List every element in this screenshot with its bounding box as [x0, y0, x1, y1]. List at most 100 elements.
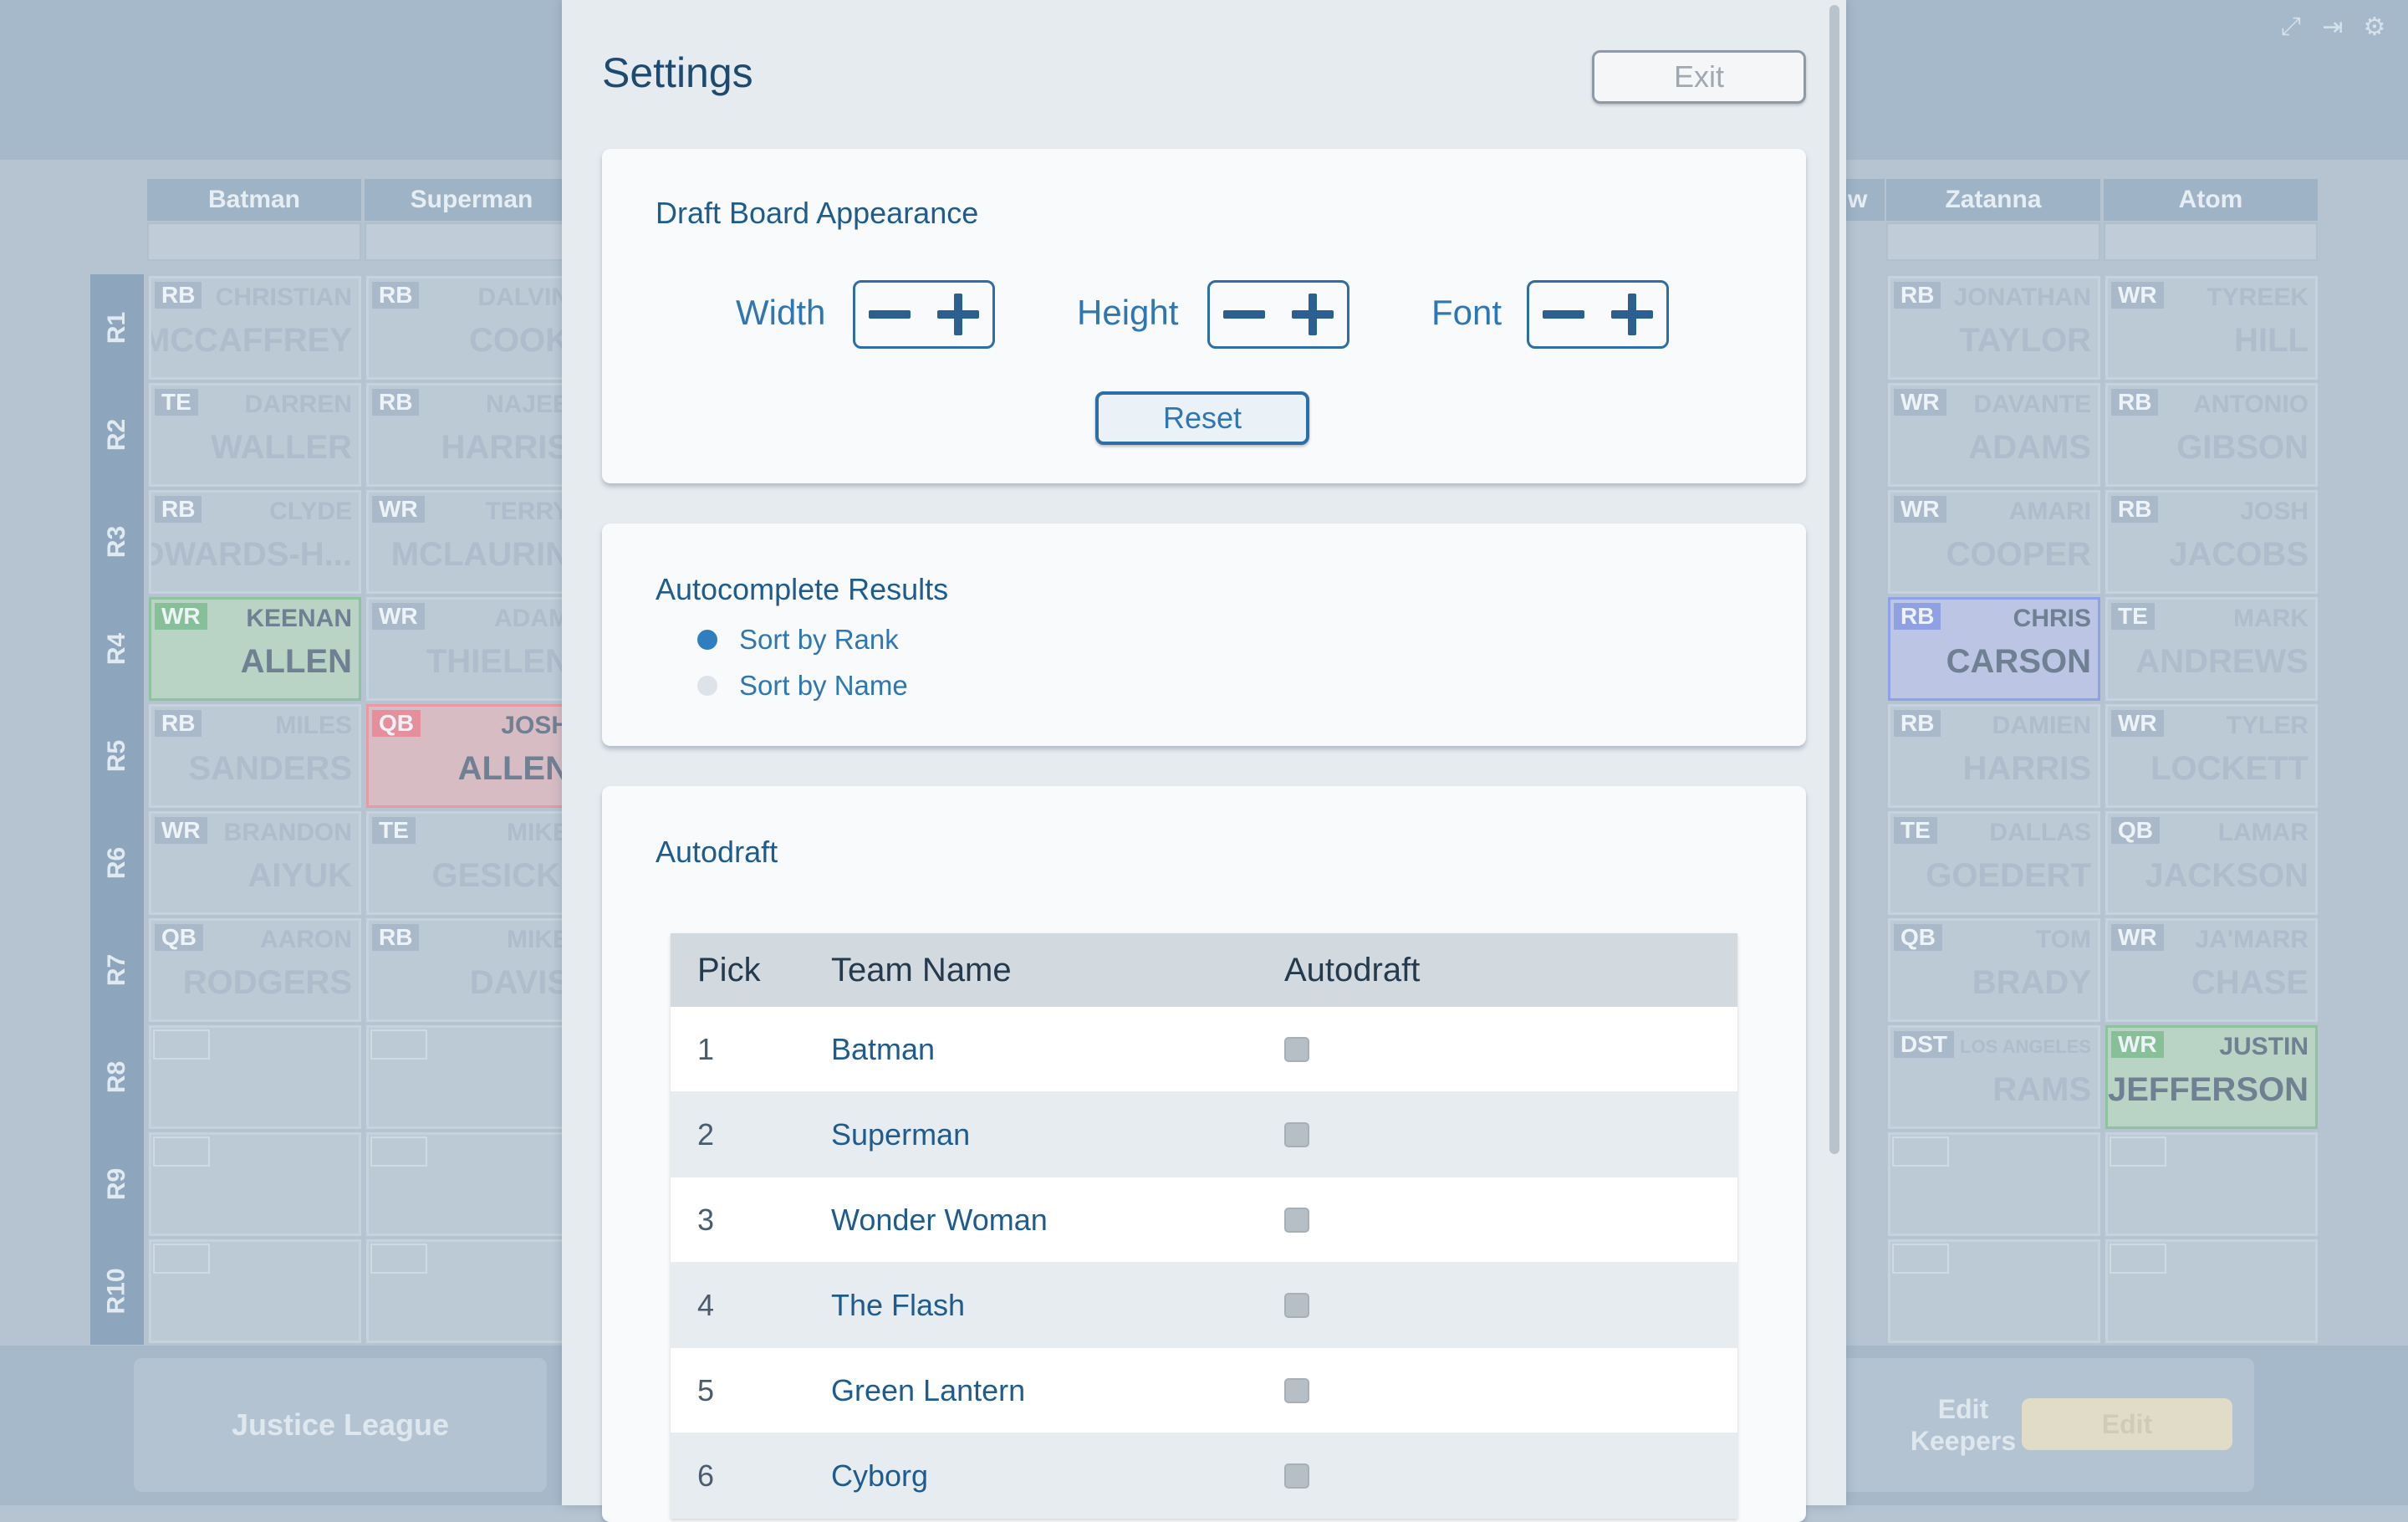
draft-cell[interactable]: RB JONATHAN TAYLOR [1888, 276, 2100, 380]
gear-icon[interactable]: ⚙ [2360, 12, 2390, 42]
table-row: 4 The Flash [671, 1263, 1737, 1348]
autodraft-checkbox[interactable] [1284, 1377, 1309, 1403]
draft-cell[interactable] [149, 1025, 361, 1129]
draft-cell[interactable] [2105, 1132, 2318, 1236]
draft-cell[interactable]: TE MARK ANDREWS [2105, 597, 2318, 701]
team-name: Superman [831, 1116, 971, 1152]
draft-cell[interactable]: DST LOS ANGELES RAMS [1888, 1025, 2100, 1129]
player-last-name: SANDERS [188, 750, 352, 787]
logout-icon[interactable]: ⇥ [2318, 12, 2348, 42]
reset-button[interactable]: Reset [1095, 391, 1309, 445]
draft-cell[interactable]: RB CHRIS CARSON [1888, 597, 2100, 701]
draft-cell[interactable]: WR TYREEK HILL [2105, 276, 2318, 380]
autocomplete-title: Autocomplete Results [656, 572, 949, 606]
autodraft-checkbox[interactable] [1284, 1121, 1309, 1147]
draft-cell[interactable]: WR TYLER LOCKETT [2105, 704, 2318, 808]
team-name: Green Lantern [831, 1372, 1026, 1407]
column-header-batman: Batman [147, 179, 361, 221]
modal-scrollbar[interactable] [1829, 5, 1839, 1154]
round-label-text: R6 [102, 846, 130, 880]
draft-cell[interactable] [366, 1132, 579, 1236]
draft-cell[interactable] [366, 1025, 579, 1129]
player-first-name: AARON [260, 926, 352, 953]
autodraft-checkbox[interactable] [1284, 1463, 1309, 1489]
player-last-name: JACOBS [2169, 536, 2309, 573]
draft-cell[interactable]: TE MIKE GESICKI [366, 811, 579, 915]
position-badge: RB [1894, 603, 1941, 630]
position-badge: RB [372, 924, 420, 951]
draft-cell[interactable]: WR BRANDON AIYUK [149, 811, 361, 915]
font-decrease-button[interactable] [1537, 288, 1590, 341]
radio-selected-icon[interactable] [697, 630, 717, 650]
league-name-button[interactable]: Justice League [134, 1358, 547, 1492]
round-label: R10 [90, 1238, 144, 1345]
sort-by-rank-option[interactable]: Sort by Rank [697, 624, 899, 656]
autodraft-cell [1284, 1292, 1737, 1318]
draft-cell[interactable]: RB CLYDE EDWARDS-H... [149, 490, 361, 594]
draft-cell[interactable]: QB TOM BRADY [1888, 918, 2100, 1022]
height-stepper [1207, 280, 1349, 349]
draft-cell[interactable]: TE DALLAS GOEDERT [1888, 811, 2100, 915]
draft-cell[interactable]: RB CHRISTIAN MCCAFFREY [149, 276, 361, 380]
draft-cell[interactable]: WR AMARI COOPER [1888, 490, 2100, 594]
draft-cell[interactable]: RB MIKE DAVIS [366, 918, 579, 1022]
draft-cell[interactable]: RB JOSH JACOBS [2105, 490, 2318, 594]
position-badge: TE [372, 817, 416, 844]
column-header-partial: w [1846, 179, 1885, 221]
autodraft-cell [1284, 1121, 1737, 1147]
appearance-card: Draft Board Appearance Width Height Font… [602, 149, 1806, 483]
draft-cell[interactable]: QB LAMAR JACKSON [2105, 811, 2318, 915]
player-last-name: LOCKETT [2150, 750, 2309, 787]
position-badge: WR [2111, 924, 2164, 951]
draft-cell[interactable] [1888, 1239, 2100, 1343]
draft-cell[interactable]: QB AARON RODGERS [149, 918, 361, 1022]
draft-cell[interactable]: QB JOSH ALLEN [366, 704, 579, 808]
draft-cell[interactable] [149, 1239, 361, 1343]
autodraft-checkbox[interactable] [1284, 1292, 1309, 1318]
draft-cell[interactable]: RB DALVIN COOK [366, 276, 579, 380]
draft-cell[interactable]: WR ADAM THIELEN [366, 597, 579, 701]
player-last-name: ALLEN [240, 643, 352, 680]
player-last-name: ADAMS [1968, 429, 2091, 466]
draft-cell[interactable]: RB MILES SANDERS [149, 704, 361, 808]
draft-cell[interactable]: WR DAVANTE ADAMS [1888, 383, 2100, 487]
fullscreen-icon[interactable]: ⤢ [2276, 12, 2306, 42]
position-badge: WR [372, 496, 425, 523]
draft-cell[interactable] [366, 1239, 579, 1343]
draft-cell[interactable]: WR JUSTIN JEFFERSON [2105, 1025, 2318, 1129]
width-increase-button[interactable] [931, 288, 985, 341]
sort-by-rank-label: Sort by Rank [739, 624, 899, 655]
radio-unselected-icon[interactable] [697, 676, 717, 696]
exit-button[interactable]: Exit [1592, 50, 1806, 104]
width-decrease-button[interactable] [863, 288, 916, 341]
font-increase-button[interactable] [1605, 288, 1659, 341]
empty-slot [2110, 1244, 2166, 1274]
player-last-name: GIBSON [2176, 429, 2309, 466]
draft-cell[interactable] [2105, 1239, 2318, 1343]
settings-modal: Settings Exit Draft Board Appearance Wid… [562, 0, 1846, 1522]
height-increase-button[interactable] [1286, 288, 1339, 341]
player-first-name: CHRISTIAN [215, 283, 352, 311]
autodraft-checkbox[interactable] [1284, 1036, 1309, 1062]
draft-cell[interactable]: WR KEENAN ALLEN [149, 597, 361, 701]
pick-number: 2 [697, 1116, 715, 1152]
edit-button[interactable]: Edit [2022, 1398, 2232, 1450]
player-last-name: BRADY [1972, 964, 2091, 1001]
draft-cell[interactable] [149, 1132, 361, 1236]
autodraft-cell [1284, 1036, 1737, 1062]
player-last-name: CARSON [1946, 643, 2091, 680]
autodraft-checkbox[interactable] [1284, 1207, 1309, 1233]
draft-cell[interactable] [1888, 1132, 2100, 1236]
sort-by-name-option[interactable]: Sort by Name [697, 670, 908, 702]
draft-cell[interactable]: WR JA'MARR CHASE [2105, 918, 2318, 1022]
draft-cell[interactable]: RB DAMIEN HARRIS [1888, 704, 2100, 808]
table-row: 6 Cyborg [671, 1433, 1737, 1519]
player-first-name: NAJEE [485, 391, 569, 418]
position-badge: DST [1894, 1031, 1954, 1058]
draft-cell[interactable]: WR TERRY MCLAURIN [366, 490, 579, 594]
draft-cell[interactable]: RB NAJEE HARRIS [366, 383, 579, 487]
height-decrease-button[interactable] [1217, 288, 1271, 341]
draft-cell[interactable]: RB ANTONIO GIBSON [2105, 383, 2318, 487]
player-first-name: LOS ANGELES [1960, 1036, 2091, 1057]
draft-cell[interactable]: TE DARREN WALLER [149, 383, 361, 487]
